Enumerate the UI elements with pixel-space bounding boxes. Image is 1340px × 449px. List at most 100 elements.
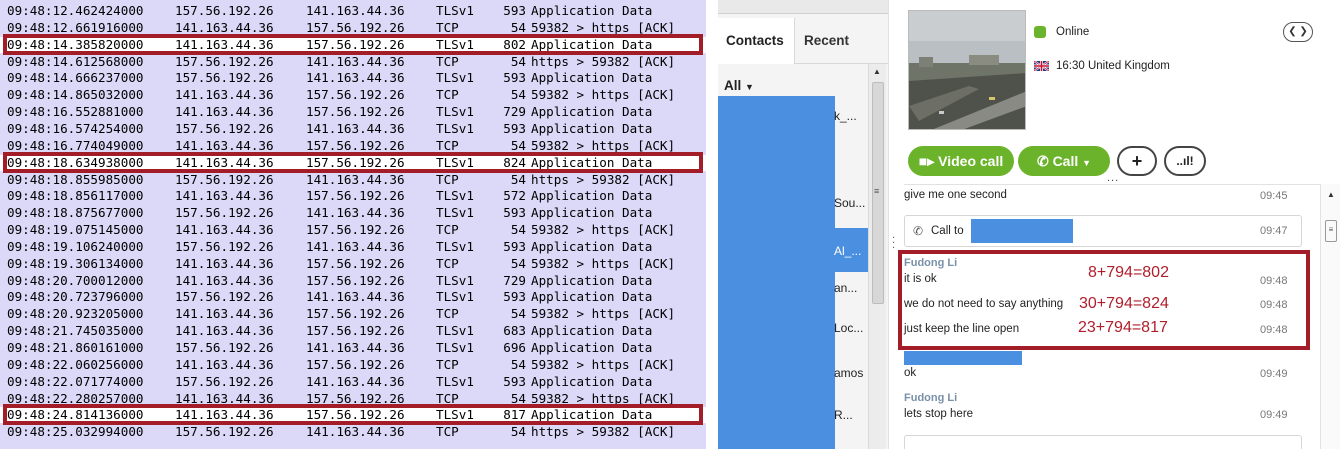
call-quality-icon[interactable]: ..ıl! xyxy=(1164,146,1206,176)
packet-row[interactable]: 09:48:16.574254000 157.56.192.26 141.163.4… xyxy=(0,121,706,137)
packet-source: 141.163.44.36 xyxy=(175,36,274,52)
contact-item[interactable]: k_... xyxy=(834,109,857,123)
phone-icon: ✆ xyxy=(1036,153,1049,169)
packet-length: 54 xyxy=(510,53,526,69)
scroll-up-icon[interactable]: ▲ xyxy=(1327,190,1335,199)
packet-row[interactable]: 09:48:16.552881000 141.163.44.36 157.56.19… xyxy=(0,104,706,120)
packet-protocol: TLSv1 xyxy=(436,3,474,18)
packet-row[interactable]: 09:48:18.634938000 141.163.44.36 157.56.19… xyxy=(0,154,706,171)
contact-item[interactable]: R... xyxy=(834,408,853,422)
packet-row[interactable]: 09:48:24.814136000 141.163.44.36 157.56.19… xyxy=(0,407,706,424)
packet-protocol: TLSv1 xyxy=(436,238,474,254)
tab-recent[interactable]: Recent xyxy=(796,18,857,64)
packet-row[interactable]: 09:48:20.723796000 157.56.192.26 141.163.4… xyxy=(0,289,706,305)
packet-row[interactable]: 09:48:21.745035000 141.163.44.36 157.56.19… xyxy=(0,323,706,339)
packet-protocol: TLSv1 xyxy=(436,205,474,221)
packet-row[interactable]: 09:48:25.032994000 157.56.192.26 141.163.4… xyxy=(0,424,706,440)
packet-time: 09:48:16.574254000 xyxy=(7,120,144,136)
packet-time: 09:48:20.700012000 xyxy=(7,272,144,288)
packet-row[interactable]: 09:48:22.071774000 157.56.192.26 141.163.4… xyxy=(0,374,706,390)
packet-row[interactable]: 09:48:12.462424000 157.56.192.26 141.163.4… xyxy=(0,3,706,19)
packet-info: Application Data xyxy=(531,120,653,136)
plus-icon[interactable]: + xyxy=(1117,146,1157,176)
packet-info: Application Data xyxy=(531,340,653,355)
packet-row[interactable]: 09:48:14.385820000 141.163.44.36 157.56.19… xyxy=(0,36,706,53)
call-button[interactable]: ✆ Call ▼ xyxy=(1018,146,1110,176)
contact-local-time: 16:30 United Kingdom xyxy=(1056,60,1170,72)
packet-source: 141.163.44.36 xyxy=(175,272,274,288)
packet-list: 09:48:12.462424000 157.56.192.26 141.163.4… xyxy=(0,0,706,449)
chat-scrollbar[interactable]: ▲ ≡ xyxy=(1320,184,1340,449)
message-input[interactable] xyxy=(904,435,1302,449)
packet-info: Application Data xyxy=(531,104,653,120)
packet-row[interactable]: 09:48:14.666237000 157.56.192.26 141.163.4… xyxy=(0,70,706,86)
packet-row[interactable]: 09:48:14.865032000 141.163.44.36 157.56.19… xyxy=(0,87,706,103)
packet-row[interactable]: 09:48:20.923205000 141.163.44.36 157.56.19… xyxy=(0,306,706,322)
filter-label: All xyxy=(724,78,742,93)
highlight-box xyxy=(898,250,1310,350)
packet-row[interactable]: 09:48:22.060256000 141.163.44.36 157.56.19… xyxy=(0,357,706,373)
packet-time: 09:48:19.106240000 xyxy=(7,238,144,254)
packet-destination: 157.56.192.26 xyxy=(306,356,405,372)
drag-handle-icon[interactable]: · · · xyxy=(892,234,895,254)
packet-row[interactable]: 09:48:18.875677000 157.56.192.26 141.163.4… xyxy=(0,205,706,221)
packet-row[interactable]: 09:48:20.700012000 141.163.44.36 157.56.19… xyxy=(0,273,706,289)
packet-row[interactable]: 09:48:22.280257000 141.163.44.36 157.56.19… xyxy=(0,391,706,407)
packet-info: https > 59382 [ACK] xyxy=(531,424,676,440)
contact-item[interactable]: Loc... xyxy=(834,321,863,335)
search-input[interactable] xyxy=(718,0,888,14)
packet-protocol: TLSv1 xyxy=(436,120,474,136)
contact-filter-dropdown[interactable]: All ▼ xyxy=(724,78,754,93)
packet-time: 09:48:19.075145000 xyxy=(7,222,144,238)
packet-row[interactable]: 09:48:18.856117000 141.163.44.36 157.56.19… xyxy=(0,188,706,204)
packet-row[interactable]: 09:48:19.106240000 157.56.192.26 141.163.4… xyxy=(0,239,706,255)
packet-length: 593 xyxy=(503,289,526,305)
packet-protocol: TCP xyxy=(436,222,459,238)
packet-source: 141.163.44.36 xyxy=(175,323,274,339)
scroll-up-icon[interactable]: ▲ xyxy=(873,67,881,76)
packet-row[interactable]: 09:48:21.860161000 157.56.192.26 141.163.4… xyxy=(0,340,706,356)
contact-item[interactable]: an... xyxy=(834,281,857,295)
packet-row[interactable]: 09:48:14.612568000 157.56.192.26 141.163.4… xyxy=(0,54,706,70)
tab-contacts[interactable]: Contacts xyxy=(718,18,795,64)
packet-row[interactable]: 09:48:18.855985000 157.56.192.26 141.163.4… xyxy=(0,172,706,188)
packet-info: 59382 > https [ACK] xyxy=(531,255,676,271)
packet-info: 59382 > https [ACK] xyxy=(531,306,676,322)
packet-row[interactable]: 09:48:16.774049000 141.163.44.36 157.56.19… xyxy=(0,138,706,154)
packet-source: 157.56.192.26 xyxy=(175,3,274,18)
packet-length: 593 xyxy=(503,205,526,221)
prev-next-button[interactable]: ❮ ❯ xyxy=(1283,22,1313,42)
packet-time: 09:48:22.071774000 xyxy=(7,373,144,389)
packet-info: 59382 > https [ACK] xyxy=(531,356,676,372)
packet-length: 54 xyxy=(510,390,526,406)
panel-gap xyxy=(706,0,718,449)
presence-status: Online xyxy=(1056,26,1090,38)
chevron-down-icon[interactable]: ▼ xyxy=(1082,158,1091,168)
packet-source: 141.163.44.36 xyxy=(175,104,274,120)
packet-row[interactable]: 09:48:19.306134000 141.163.44.36 157.56.19… xyxy=(0,256,706,272)
contact-item[interactable]: Sou... xyxy=(834,196,865,210)
message-time: 09:47 xyxy=(1260,225,1288,237)
scrollbar-thumb[interactable]: ≡ xyxy=(1325,220,1337,242)
packet-destination: 157.56.192.26 xyxy=(306,87,405,103)
panel-divider[interactable]: · · · xyxy=(888,0,904,449)
packet-protocol: TLSv1 xyxy=(436,104,474,120)
redacted-contact-names xyxy=(718,96,835,449)
packet-destination: 141.163.44.36 xyxy=(306,53,405,69)
contact-item-selected[interactable]: Al_... xyxy=(834,244,861,258)
message-text: lets stop here xyxy=(904,408,974,420)
contact-item[interactable]: amos xyxy=(834,366,863,380)
packet-protocol: TCP xyxy=(436,171,459,187)
packet-row[interactable]: 09:48:12.661916000 141.163.44.36 157.56.19… xyxy=(0,20,706,36)
packet-length: 54 xyxy=(510,171,526,187)
packet-length: 593 xyxy=(503,238,526,254)
packet-source: 141.163.44.36 xyxy=(175,19,274,35)
packet-row[interactable]: 09:48:19.075145000 141.163.44.36 157.56.19… xyxy=(0,222,706,238)
video-call-button[interactable]: ■▸ Video call xyxy=(908,146,1014,176)
contacts-scrollbar[interactable]: ▲ ≡ xyxy=(868,64,886,449)
packet-destination: 141.163.44.36 xyxy=(306,373,405,389)
packet-source: 141.163.44.36 xyxy=(175,222,274,238)
more-options-icon[interactable]: ... xyxy=(1107,172,1119,184)
call-event: ✆ Call to xyxy=(904,215,1302,247)
chat-panel: Online 16:30 United Kingdom ❮ ❯ ■▸ Video… xyxy=(898,0,1340,449)
